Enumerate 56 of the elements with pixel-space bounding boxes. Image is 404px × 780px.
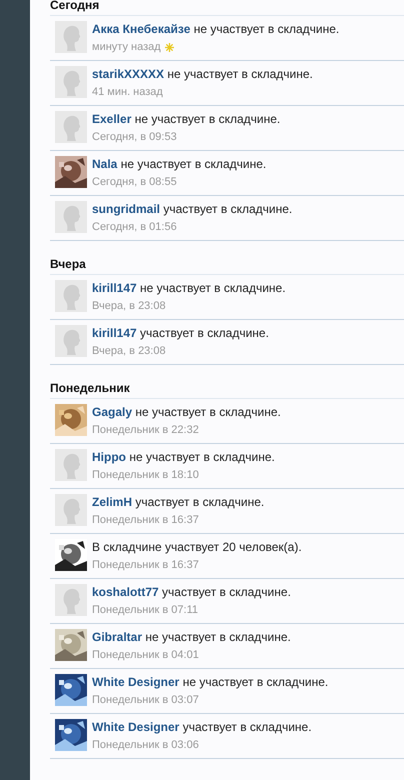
activity-text: Акка Кнебекайзе не участвует в складчине.	[92, 22, 340, 36]
user-link[interactable]: ZelimH	[92, 495, 132, 509]
user-link[interactable]: Nala	[92, 157, 118, 171]
activity-text: Gibraltar не участвует в складчине.	[92, 630, 291, 644]
timestamp: Вчера, в 23:08	[92, 345, 166, 358]
activity-text: starikXXXXX не участвует в складчине.	[92, 67, 313, 81]
timestamp: Понедельник в 04:01	[92, 649, 199, 662]
avatar-silhouette-icon	[55, 325, 87, 357]
activity-text: sungridmail участвует в складчине.	[92, 202, 292, 216]
timestamp: Вчера, в 23:08	[92, 300, 166, 313]
user-link[interactable]: Exeller	[92, 112, 132, 126]
timestamp: Понедельник в 03:06	[92, 739, 199, 752]
avatar-silhouette-icon	[55, 494, 87, 526]
avatar-silhouette-icon	[55, 449, 87, 481]
avatar-silhouette-icon	[55, 66, 87, 98]
timestamp: Понедельник в 16:37	[92, 514, 199, 527]
user-link[interactable]: kirill147	[92, 281, 137, 295]
timestamp: 41 мин. назад	[92, 86, 163, 99]
user-link[interactable]: koshalott77	[92, 585, 159, 599]
activity-text: koshalott77 участвует в складчине.	[92, 585, 291, 599]
activity-text: ZelimH участвует в складчине.	[92, 495, 264, 509]
activity-text: В складчине участвует 20 человек(а).	[92, 540, 302, 554]
user-link[interactable]: Акка Кнебекайзе	[92, 22, 190, 36]
user-link[interactable]: Gibraltar	[92, 630, 142, 644]
activity-text: Nala не участвует в складчине.	[92, 157, 266, 171]
timestamp: Понедельник в 16:37	[92, 559, 199, 572]
timestamp: Понедельник в 07:11	[92, 604, 198, 617]
avatar-silhouette-icon	[55, 201, 87, 233]
activity-text: kirill147 не участвует в складчине.	[92, 281, 286, 295]
timestamp: Понедельник в 03:07	[92, 694, 199, 707]
activity-text: kirill147 участвует в складчине.	[92, 326, 269, 340]
user-link[interactable]: Gagaly	[92, 405, 132, 419]
user-link[interactable]: White Designer	[92, 675, 180, 689]
user-link[interactable]: White Designer	[92, 720, 180, 734]
avatar-silhouette-icon	[55, 584, 87, 616]
avatar-silhouette-icon	[55, 21, 87, 53]
timestamp: минуту назад	[92, 41, 161, 54]
user-link[interactable]: starikXXXXX	[92, 67, 164, 81]
user-link[interactable]: Hippo	[92, 450, 126, 464]
activity-text: White Designer участвует в складчине.	[92, 720, 312, 734]
section-heading: Сегодня	[50, 0, 404, 16]
timestamp: Понедельник в 22:32	[92, 424, 199, 437]
avatar-silhouette-icon	[55, 280, 87, 312]
timestamp: Сегодня, в 09:53	[92, 131, 177, 144]
activity-text: White Designer не участвует в складчине.	[92, 675, 328, 689]
timestamp: Сегодня, в 08:55	[92, 176, 177, 189]
activity-text: Hippo не участвует в складчине.	[92, 450, 275, 464]
avatar-silhouette-icon	[55, 111, 87, 143]
section-heading: Вчера	[50, 257, 404, 275]
user-link[interactable]: kirill147	[92, 326, 137, 340]
activity-text: Gagaly не участвует в складчине.	[92, 405, 281, 419]
section-heading: Понедельник	[50, 381, 404, 399]
user-link[interactable]: sungridmail	[92, 202, 160, 216]
timestamp: Понедельник в 18:10	[92, 469, 199, 482]
activity-text: Exeller не участвует в складчине.	[92, 112, 280, 126]
timestamp: Сегодня, в 01:56	[92, 221, 177, 234]
